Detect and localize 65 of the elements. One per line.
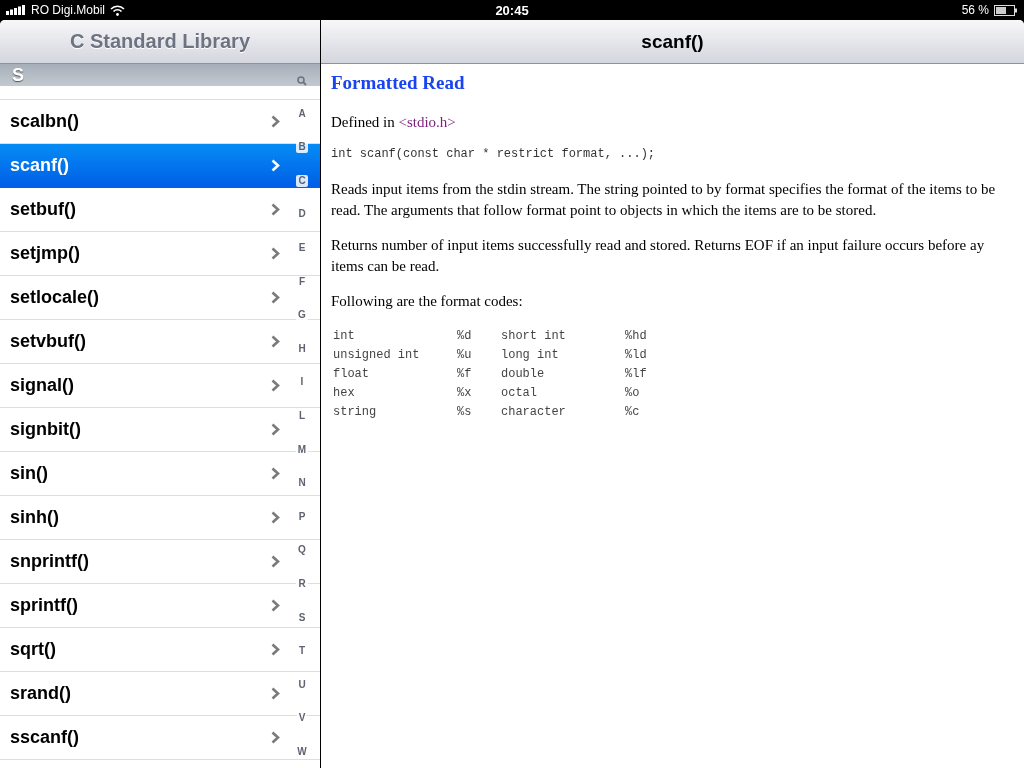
- carrier-name: RO Digi.Mobil: [31, 3, 105, 17]
- table-cell-text: %f: [456, 365, 473, 383]
- table-cell-text: double: [500, 365, 546, 383]
- table-cell-text: octal: [500, 384, 538, 402]
- chevron-icon: [271, 467, 280, 480]
- table-cell-text: %lf: [624, 365, 648, 383]
- chevron-icon: [271, 291, 280, 304]
- index-letter[interactable]: H: [296, 342, 308, 355]
- table-cell-text: string: [332, 403, 378, 421]
- table-cell-text: long int: [500, 346, 560, 364]
- header-link[interactable]: <stdio.h>: [398, 114, 456, 130]
- wifi-icon: [110, 4, 125, 16]
- section-heading: Formatted Read: [331, 72, 466, 94]
- table-cell-text: short int: [500, 327, 567, 345]
- table-cell-text: %s: [456, 403, 473, 421]
- chevron-icon: [271, 643, 280, 656]
- chevron-icon: [271, 511, 280, 524]
- index-letter[interactable]: P: [296, 510, 308, 523]
- chevron-icon: [271, 599, 280, 612]
- chevron-icon: [271, 379, 280, 392]
- index-letter[interactable]: S: [296, 611, 308, 624]
- battery-icon: [994, 4, 1018, 16]
- chevron-icon: [271, 731, 280, 744]
- index-letter[interactable]: R: [296, 577, 308, 590]
- index-letter[interactable]: Q: [296, 544, 308, 557]
- table-cell-text: %d: [456, 327, 473, 345]
- table-cell-text: unsigned int: [332, 346, 421, 364]
- index-letter[interactable]: G: [296, 309, 308, 322]
- table-cell-text: %u: [456, 346, 473, 364]
- table-cell-text: %o: [624, 384, 641, 402]
- index-letter[interactable]: B: [296, 141, 308, 154]
- table-cell-text: character: [500, 403, 567, 421]
- signal-icon: [6, 5, 26, 15]
- clock-time: 20:45: [495, 2, 529, 18]
- table-cell-text: int: [332, 327, 356, 345]
- sidebar-title: C Standard Library: [69, 30, 250, 53]
- chevron-icon: [271, 203, 280, 216]
- chevron-icon: [271, 555, 280, 568]
- chevron-icon: [271, 247, 280, 260]
- index-letter[interactable]: C: [296, 174, 308, 187]
- paragraph: Reads input items from the stdin stream. The string pointed to by format specifies the format of the items to be read. The arguments that follow format point to objects in which the items are to be stored.: [331, 180, 997, 220]
- table-cell-text: %c: [624, 403, 641, 421]
- battery-percent: 56 %: [961, 3, 989, 17]
- table-cell-text: %hd: [624, 327, 648, 345]
- index-letter[interactable]: F: [296, 275, 308, 288]
- function-signature: int scanf(const char * restrict format, ...);: [331, 147, 657, 161]
- table-cell-text: %x: [456, 384, 473, 402]
- chevron-icon: [271, 687, 280, 700]
- search-icon[interactable]: [297, 76, 307, 86]
- paragraph: Following are the format codes:: [331, 292, 524, 311]
- index-letter[interactable]: U: [296, 678, 308, 691]
- table-cell-text: float: [332, 365, 370, 383]
- index-letter[interactable]: A: [296, 107, 308, 120]
- index-letter[interactable]: E: [296, 241, 308, 254]
- table-cell-text: hex: [332, 384, 356, 402]
- chevron-icon: [271, 423, 280, 436]
- chevron-icon: [271, 159, 280, 172]
- chevron-icon: [271, 115, 280, 128]
- index-letter[interactable]: L: [296, 409, 308, 422]
- defined-in-label: Defined in: [331, 114, 395, 130]
- chevron-icon: [271, 335, 280, 348]
- paragraph: Returns number of input items successfully read and stored. Returns EOF if an input failure occurs before ay items can be read.: [331, 236, 986, 276]
- section-letter: S: [12, 64, 24, 86]
- table-cell-text: %ld: [624, 346, 648, 364]
- page-title: scanf(): [641, 30, 704, 53]
